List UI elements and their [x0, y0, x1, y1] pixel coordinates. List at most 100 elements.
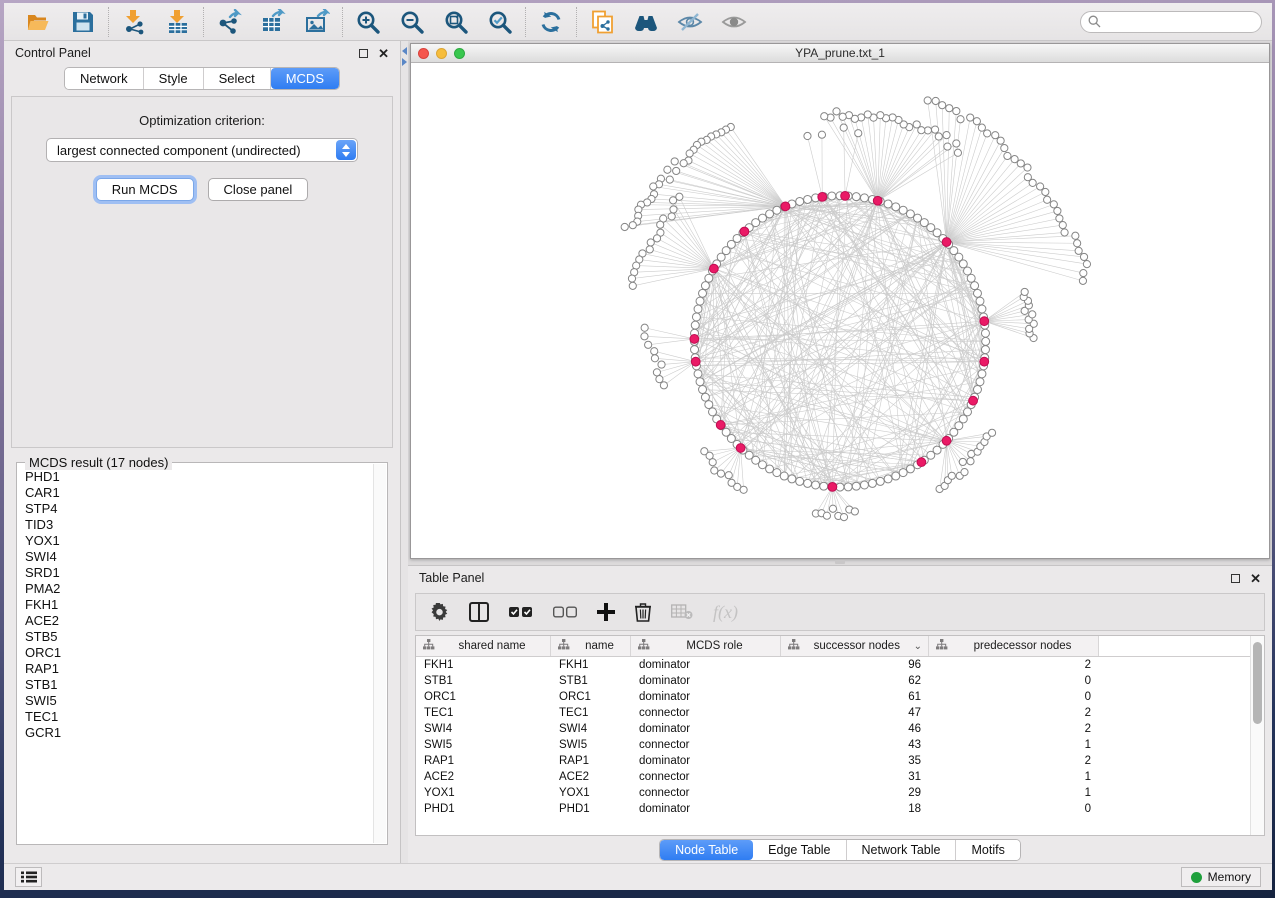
export-image-icon[interactable] — [304, 9, 330, 35]
maximize-window-icon[interactable] — [454, 48, 465, 59]
zoom-check-icon[interactable] — [487, 9, 513, 35]
splitter-collapse-right-icon[interactable] — [402, 58, 407, 66]
run-mcds-button[interactable]: Run MCDS — [96, 178, 194, 201]
mcds-result-item[interactable]: ACE2 — [25, 613, 372, 629]
cell-MCDS-role: dominator — [631, 723, 781, 735]
mcds-result-item[interactable]: STP4 — [25, 501, 372, 517]
mcds-result-item[interactable]: SWI5 — [25, 693, 372, 709]
cell-name: ORC1 — [551, 691, 631, 703]
gear-icon[interactable] — [430, 603, 449, 622]
table-row[interactable]: SWI5SWI5connector431 — [416, 737, 1250, 753]
mcds-result-item[interactable]: FKH1 — [25, 597, 372, 613]
minimize-window-icon[interactable] — [436, 48, 447, 59]
delete-table-icon — [671, 604, 693, 620]
zoom-in-icon[interactable] — [355, 9, 381, 35]
import-table-icon[interactable] — [165, 9, 191, 35]
tab-network-table[interactable]: Network Table — [847, 840, 957, 860]
close-panel-icon[interactable]: ✕ — [378, 47, 389, 60]
table-row[interactable]: STB1STB1dominator620 — [416, 673, 1250, 689]
splitter-collapse-left-icon[interactable] — [402, 47, 407, 55]
float-table-panel-icon[interactable] — [1231, 574, 1240, 583]
tab-style[interactable]: Style — [144, 68, 204, 89]
mcds-result-item[interactable]: RAP1 — [25, 661, 372, 677]
horizontal-splitter[interactable] — [408, 559, 1272, 565]
table-row[interactable]: SWI4SWI4dominator462 — [416, 721, 1250, 737]
list-icon — [21, 871, 37, 883]
cell-predecessor-nodes: 1 — [929, 771, 1099, 783]
mcds-result-item[interactable]: ORC1 — [25, 645, 372, 661]
mcds-result-item[interactable]: GCR1 — [25, 725, 372, 741]
mcds-result-item[interactable]: SRD1 — [25, 565, 372, 581]
eye-icon[interactable] — [721, 9, 747, 35]
zoom-fit-icon[interactable] — [443, 9, 469, 35]
mcds-result-item[interactable]: PMA2 — [25, 581, 372, 597]
tab-node-table[interactable]: Node Table — [660, 840, 753, 860]
tab-network[interactable]: Network — [65, 68, 144, 89]
columns-icon[interactable] — [469, 602, 489, 622]
binoculars-icon[interactable] — [633, 9, 659, 35]
cell-MCDS-role: connector — [631, 771, 781, 783]
close-panel-button[interactable]: Close panel — [208, 178, 309, 201]
mcds-list-scrollbar[interactable] — [373, 464, 386, 843]
mcds-result-item[interactable]: TID3 — [25, 517, 372, 533]
cell-successor-nodes: 31 — [781, 771, 929, 783]
select-all-icon[interactable] — [509, 606, 533, 618]
tab-motifs[interactable]: Motifs — [956, 840, 1019, 860]
sort-descending-icon[interactable]: ⌄ — [914, 641, 922, 652]
mcds-result-item[interactable]: STB1 — [25, 677, 372, 693]
table-row[interactable]: ORC1ORC1dominator610 — [416, 689, 1250, 705]
cell-name: FKH1 — [551, 659, 631, 671]
cell-successor-nodes: 18 — [781, 803, 929, 815]
copy-network-icon[interactable] — [589, 9, 615, 35]
add-icon[interactable] — [597, 603, 615, 621]
export-table-icon[interactable] — [260, 9, 286, 35]
import-network-icon[interactable] — [121, 9, 147, 35]
table-row[interactable]: ACE2ACE2connector311 — [416, 769, 1250, 785]
splitter-grip[interactable] — [835, 560, 845, 564]
column-header-MCDS-role[interactable]: MCDS role — [631, 636, 781, 656]
close-table-panel-icon[interactable]: ✕ — [1250, 572, 1261, 585]
network-window-titlebar[interactable]: YPA_prune.txt_1 — [411, 44, 1269, 63]
mcds-result-item[interactable]: STB5 — [25, 629, 372, 645]
mcds-result-item[interactable]: CAR1 — [25, 485, 372, 501]
close-window-icon[interactable] — [418, 48, 429, 59]
mcds-result-item[interactable]: SWI4 — [25, 549, 372, 565]
table-row[interactable]: YOX1YOX1connector291 — [416, 785, 1250, 801]
float-panel-icon[interactable] — [359, 49, 368, 58]
search-box[interactable] — [1080, 11, 1262, 33]
zoom-out-icon[interactable] — [399, 9, 425, 35]
cell-MCDS-role: dominator — [631, 675, 781, 687]
floppy-save-icon[interactable] — [70, 9, 96, 35]
table-tabbar: Node TableEdge TableNetwork TableMotifs — [659, 839, 1021, 861]
mcds-result-item[interactable]: PHD1 — [25, 469, 372, 485]
column-header-successor-nodes[interactable]: successor nodes⌄ — [781, 636, 929, 656]
tab-mcds[interactable]: MCDS — [271, 68, 339, 89]
optimization-criterion-select[interactable]: largest connected component (undirected) — [46, 138, 358, 162]
mcds-result-item[interactable]: TEC1 — [25, 709, 372, 725]
export-network-icon[interactable] — [216, 9, 242, 35]
network-canvas[interactable] — [411, 63, 1269, 558]
table-scrollbar-thumb[interactable] — [1253, 642, 1262, 724]
eye-slash-icon[interactable] — [677, 9, 703, 35]
table-row[interactable]: FKH1FKH1dominator962 — [416, 657, 1250, 673]
vertical-splitter[interactable] — [401, 41, 408, 863]
column-header-predecessor-nodes[interactable]: predecessor nodes — [929, 636, 1099, 656]
table-row[interactable]: RAP1RAP1dominator352 — [416, 753, 1250, 769]
clear-selection-icon[interactable] — [553, 606, 577, 618]
cell-shared-name: SWI5 — [416, 739, 551, 751]
search-input[interactable] — [1105, 15, 1254, 29]
trash-icon[interactable] — [635, 603, 651, 622]
status-bar: Memory — [4, 863, 1272, 890]
column-header-name[interactable]: name — [551, 636, 631, 656]
memory-button[interactable]: Memory — [1181, 867, 1261, 887]
tab-edge-table[interactable]: Edge Table — [753, 840, 846, 860]
folder-open-icon[interactable] — [26, 9, 52, 35]
mcds-result-item[interactable]: YOX1 — [25, 533, 372, 549]
tab-select[interactable]: Select — [204, 68, 271, 89]
column-header-shared-name[interactable]: shared name — [416, 636, 551, 656]
table-row[interactable]: TEC1TEC1connector472 — [416, 705, 1250, 721]
refresh-icon[interactable] — [538, 9, 564, 35]
task-history-button[interactable] — [15, 867, 42, 887]
table-scrollbar[interactable] — [1250, 636, 1264, 835]
table-row[interactable]: PHD1PHD1dominator180 — [416, 801, 1250, 817]
